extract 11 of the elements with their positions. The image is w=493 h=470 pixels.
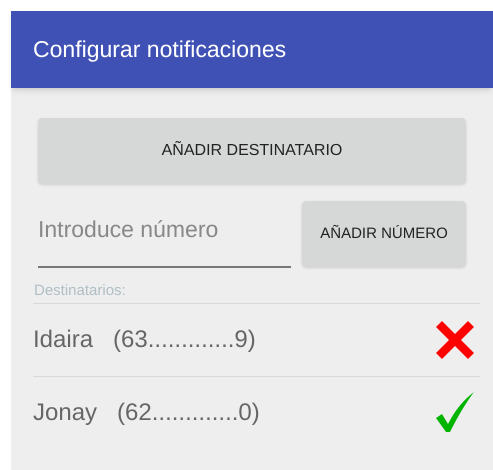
- recipients-label: Destinatarios:: [34, 281, 127, 301]
- add-recipient-button[interactable]: AÑADIR DESTINATARIO: [38, 118, 466, 184]
- cross-icon[interactable]: [434, 318, 476, 360]
- add-number-button[interactable]: AÑADIR NÚMERO: [302, 201, 466, 267]
- recipient-number: (63.............9): [113, 324, 256, 354]
- recipient-name: Jonay: [33, 398, 98, 428]
- toolbar-title: Configurar notificaciones: [33, 35, 286, 64]
- number-input-field[interactable]: Introduce número: [38, 200, 291, 268]
- checkmark-icon[interactable]: [434, 392, 476, 434]
- recipient-name: Idaira: [33, 324, 94, 354]
- recipient-number: (62.............0): [117, 398, 260, 428]
